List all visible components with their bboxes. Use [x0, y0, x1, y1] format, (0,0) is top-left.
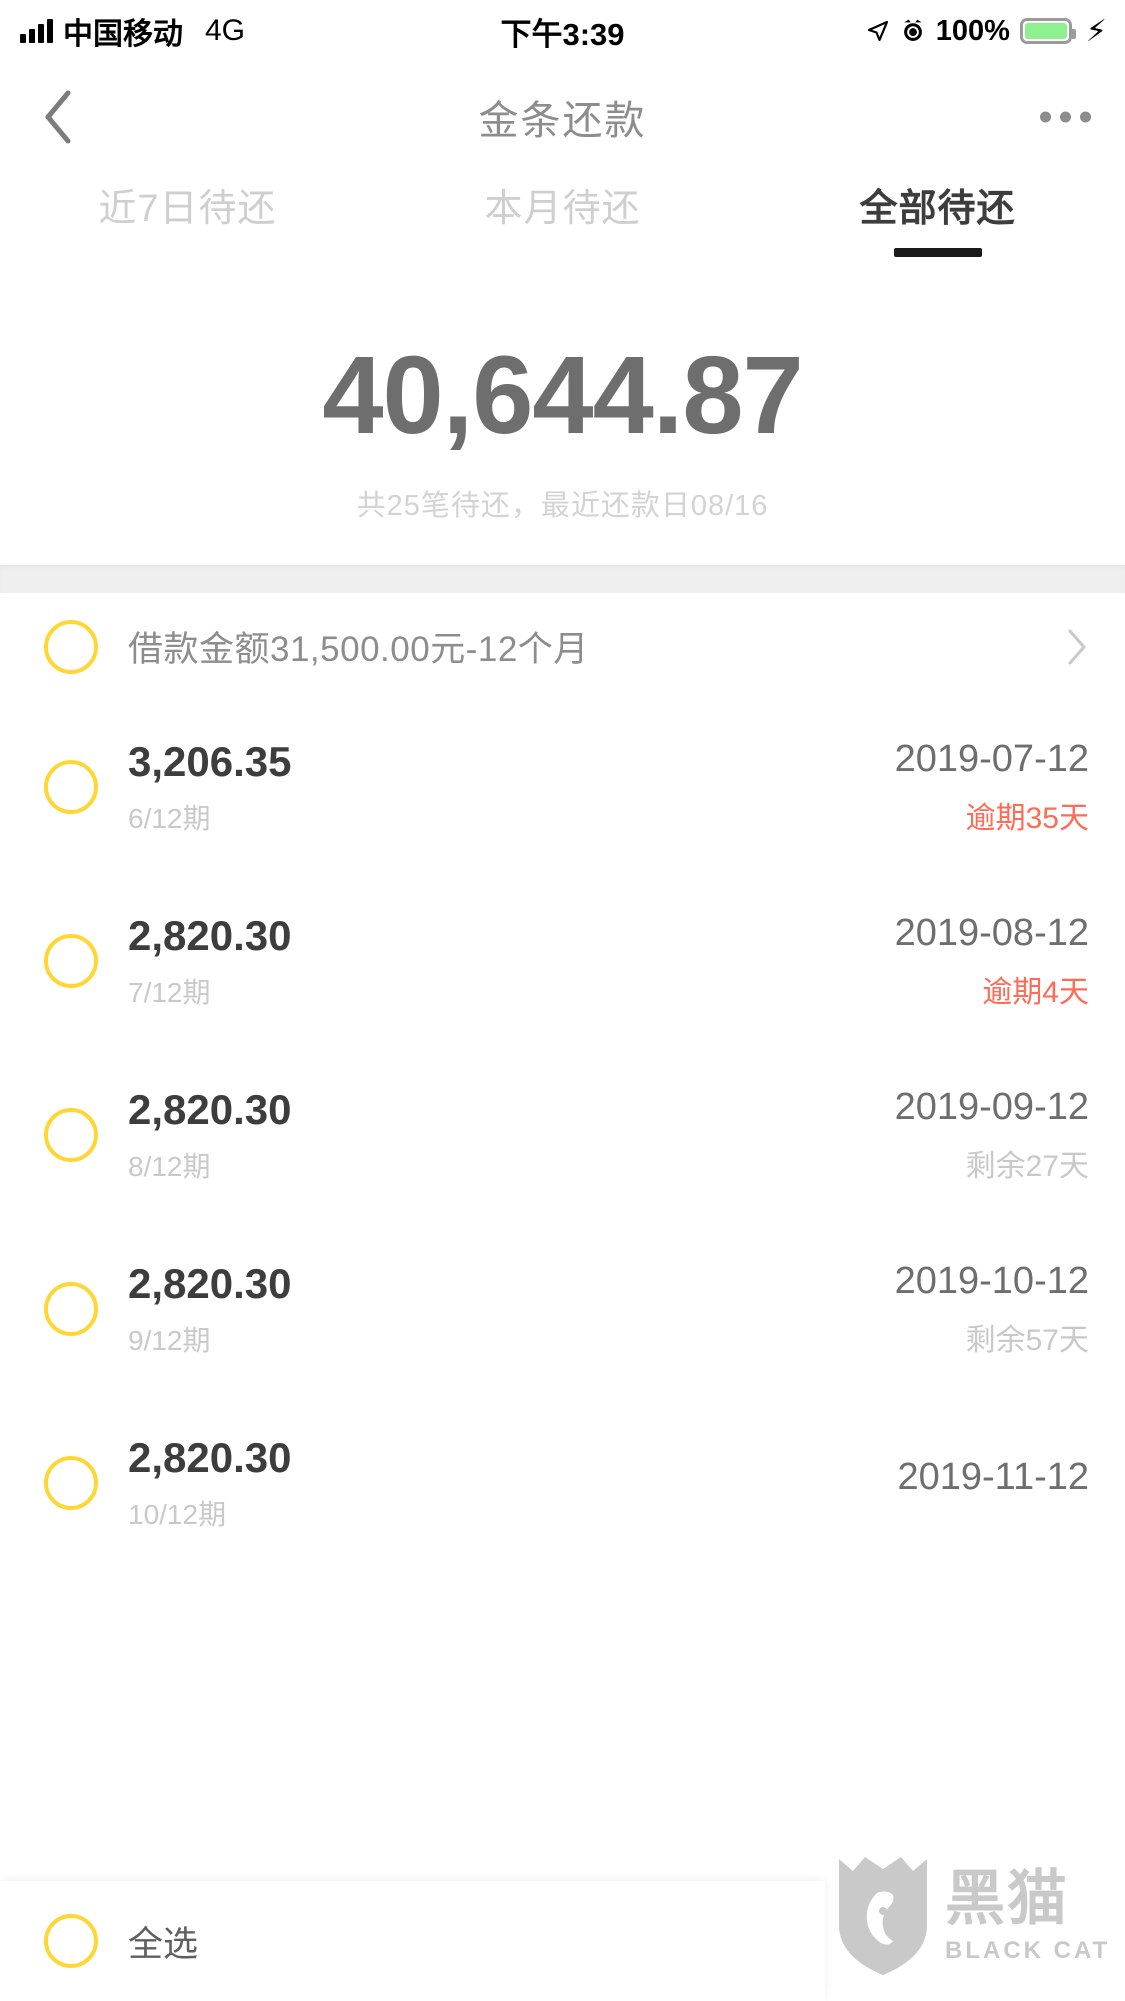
tab-label: 全部待还 — [859, 188, 1016, 230]
status-bar-right: 100% ⚡ — [866, 14, 1107, 49]
tab-label: 本月待还 — [484, 188, 641, 230]
circle-checkbox-icon[interactable] — [44, 1456, 98, 1510]
status-bar: 中国移动 4G 下午3:39 100% ⚡ — [0, 0, 1125, 62]
table-row[interactable]: 2,820.30 10/12期 2019-11-12 — [0, 1396, 1125, 1570]
summary-section: 40,644.87 共25笔待还，最近还款日08/16 — [0, 280, 1125, 570]
installment-amount: 2,820.30 — [128, 1259, 292, 1307]
circle-checkbox-icon[interactable] — [44, 1108, 98, 1162]
lightning-bolt-icon: ⚡ — [1085, 14, 1107, 48]
installment-period: 8/12期 — [128, 1151, 211, 1183]
row-left: 2,820.30 9/12期 — [128, 1259, 292, 1359]
tab-all-pending[interactable]: 全部待还 — [750, 165, 1125, 260]
row-left: 2,820.30 8/12期 — [128, 1085, 292, 1185]
row-right: 2019-09-12 剩余27天 — [895, 1085, 1089, 1185]
table-row[interactable]: 3,206.35 6/12期 2019-07-12 逾期35天 — [0, 700, 1125, 874]
location-arrow-icon — [867, 20, 888, 42]
row-right: 2019-10-12 剩余57天 — [895, 1259, 1089, 1359]
tab-underline — [519, 248, 607, 257]
more-dot — [1080, 111, 1091, 123]
loan-header-label: 借款金额31,500.00元-12个月 — [128, 630, 589, 669]
row-right: 2019-11-12 — [897, 1455, 1089, 1511]
tab-next-7-days[interactable]: 近7日待还 — [0, 165, 375, 260]
tab-bar: 近7日待还 本月待还 全部待还 — [0, 165, 1125, 260]
table-row[interactable]: 2,820.30 7/12期 2019-08-12 逾期4天 — [0, 874, 1125, 1048]
battery-percent-label: 100% — [935, 14, 1010, 47]
status-badge: 剩余27天 — [965, 1149, 1089, 1183]
installment-date: 2019-08-12 — [894, 912, 1089, 955]
battery-fill — [1024, 23, 1067, 39]
installment-amount: 3,206.35 — [128, 737, 292, 785]
alarm-clock-icon — [903, 19, 922, 41]
total-amount: 40,644.87 — [322, 334, 803, 457]
row-left: 2,820.30 10/12期 — [128, 1433, 292, 1533]
circle-checkbox-icon[interactable] — [44, 1282, 98, 1336]
tab-label: 近7日待还 — [98, 188, 277, 230]
row-right: 2019-08-12 逾期4天 — [895, 911, 1089, 1011]
more-dot — [1060, 111, 1071, 123]
circle-checkbox-icon[interactable] — [44, 619, 98, 674]
installment-amount: 2,820.30 — [128, 911, 292, 959]
status-badge: 剩余57天 — [965, 1323, 1089, 1357]
installment-amount: 2,820.30 — [128, 1085, 292, 1133]
select-all-label: 全选 — [128, 1924, 199, 1964]
bottom-action-bar: 全选 — [0, 1881, 825, 2001]
status-badge: 逾期4天 — [982, 975, 1089, 1009]
row-right: 2019-07-12 逾期35天 — [895, 737, 1089, 837]
tab-underline-active — [893, 248, 982, 257]
installment-date: 2019-10-12 — [894, 1260, 1089, 1303]
table-row[interactable]: 2,820.30 9/12期 2019-10-12 剩余57天 — [0, 1222, 1125, 1396]
navigation-bar: 金条还款 — [0, 62, 1125, 172]
table-row[interactable]: 2,820.30 8/12期 2019-09-12 剩余27天 — [0, 1048, 1125, 1222]
loan-group-header[interactable]: 借款金额31,500.00元-12个月 — [0, 593, 1125, 700]
installment-period: 6/12期 — [128, 803, 211, 835]
more-dot — [1040, 111, 1051, 123]
installment-amount: 2,820.30 — [128, 1433, 292, 1481]
installment-date: 2019-07-12 — [894, 738, 1089, 781]
row-left: 3,206.35 6/12期 — [128, 737, 292, 837]
more-options-button[interactable] — [1040, 111, 1091, 123]
row-left: 2,820.30 7/12期 — [128, 911, 292, 1011]
installment-list: 借款金额31,500.00元-12个月 3,206.35 6/12期 2019-… — [0, 593, 1125, 2001]
page-title: 金条还款 — [478, 99, 647, 143]
installment-date: 2019-09-12 — [894, 1086, 1089, 1129]
circle-checkbox-icon[interactable] — [44, 934, 98, 988]
tab-this-month[interactable]: 本月待还 — [375, 165, 750, 260]
section-divider — [0, 565, 1125, 593]
tab-underline — [144, 248, 232, 257]
installment-period: 10/12期 — [128, 1499, 227, 1531]
summary-subtitle: 共25笔待还，最近还款日08/16 — [356, 490, 769, 522]
circle-checkbox-icon[interactable] — [44, 1914, 98, 1968]
status-badge: 逾期35天 — [965, 801, 1089, 835]
installment-period: 7/12期 — [128, 977, 211, 1009]
chevron-right-icon — [1068, 629, 1086, 664]
circle-checkbox-icon[interactable] — [44, 760, 98, 814]
installment-period: 9/12期 — [128, 1325, 211, 1357]
battery-icon — [1019, 18, 1076, 44]
installment-date: 2019-11-12 — [897, 1456, 1089, 1499]
